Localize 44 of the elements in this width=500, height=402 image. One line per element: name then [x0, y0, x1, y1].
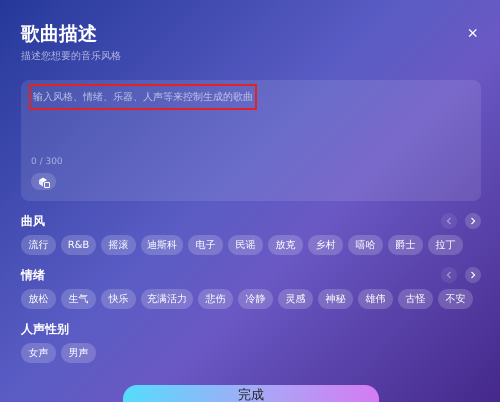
- tag-chip[interactable]: 生气: [61, 289, 96, 309]
- tag-chip[interactable]: 不安: [438, 289, 473, 309]
- placeholder-text: 输入风格、情绪、乐器、人声等来控制生成的歌曲: [31, 86, 255, 108]
- tag-chip[interactable]: 灵感: [278, 289, 313, 309]
- tag-chip[interactable]: 放克: [268, 235, 303, 255]
- chevron-right-icon: [470, 271, 476, 279]
- tag-chip[interactable]: 古怪: [398, 289, 433, 309]
- dice-icon: [38, 176, 50, 188]
- scroll-left-button[interactable]: [441, 267, 457, 283]
- tag-chip[interactable]: 嘻哈: [348, 235, 383, 255]
- tag-chip[interactable]: 神秘: [318, 289, 353, 309]
- tag-chip[interactable]: 流行: [21, 235, 56, 255]
- scroll-left-button[interactable]: [441, 213, 457, 229]
- section-title: 情绪: [21, 266, 45, 284]
- done-button[interactable]: 完成: [123, 385, 379, 402]
- tag-chip[interactable]: 快乐: [101, 289, 136, 309]
- character-counter: 0 / 300: [31, 157, 64, 167]
- tag-chip[interactable]: 迪斯科: [141, 235, 183, 255]
- tag-chip[interactable]: 民谣: [228, 235, 263, 255]
- tag-chip[interactable]: 充满活力: [141, 289, 193, 309]
- chevron-left-icon: [446, 217, 452, 225]
- section-title: 人声性别: [21, 320, 69, 338]
- tag-chip[interactable]: 拉丁: [428, 235, 463, 255]
- dialog-title: 歌曲描述: [21, 22, 98, 46]
- scroll-right-button[interactable]: [465, 267, 481, 283]
- description-field[interactable]: 输入风格、情绪、乐器、人声等来控制生成的歌曲 0 / 300: [21, 80, 481, 201]
- tag-chip[interactable]: 雄伟: [358, 289, 393, 309]
- scroll-right-button[interactable]: [465, 213, 481, 229]
- tag-chip[interactable]: 乡村: [308, 235, 343, 255]
- tag-chip[interactable]: 电子: [188, 235, 223, 255]
- tag-chip[interactable]: 放松: [21, 289, 56, 309]
- dialog-subtitle: 描述您想要的音乐风格: [21, 50, 121, 63]
- close-button[interactable]: ×: [467, 24, 478, 42]
- chevron-right-icon: [470, 217, 476, 225]
- section-title: 曲风: [21, 212, 45, 230]
- tag-chip[interactable]: 摇滚: [101, 235, 136, 255]
- tag-chip[interactable]: 冷静: [238, 289, 273, 309]
- tag-chip[interactable]: 爵士: [388, 235, 423, 255]
- dice-button[interactable]: [31, 173, 56, 190]
- tag-chip[interactable]: 女声: [21, 343, 56, 363]
- tag-chip[interactable]: 悲伤: [198, 289, 233, 309]
- tag-chip[interactable]: R&B: [61, 235, 96, 255]
- tag-chip[interactable]: 男声: [61, 343, 96, 363]
- chevron-left-icon: [446, 271, 452, 279]
